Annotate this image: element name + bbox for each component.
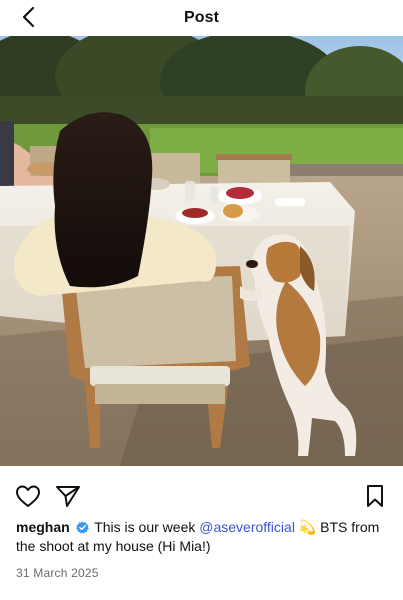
like-button[interactable] [14, 482, 42, 510]
caption-emoji: 💫 [298, 519, 317, 535]
verified-badge-icon [75, 521, 89, 534]
post-date: 31 March 2025 [16, 566, 99, 580]
save-button[interactable] [361, 482, 389, 510]
back-button[interactable] [16, 3, 44, 31]
post-actions [0, 482, 403, 514]
instagram-post-screen: Post meghan This is our week @aseveroffi… [0, 0, 403, 600]
post-photo[interactable] [0, 36, 403, 466]
caption-text-end: BTS from the shoot at my house (Hi Mia!) [16, 519, 380, 554]
post-photo-illustration [0, 36, 403, 466]
bookmark-icon [367, 485, 383, 507]
caption-text-start: This is our week [94, 519, 196, 535]
caption-mention-link[interactable]: @aseverofficial [199, 519, 295, 535]
post-caption: meghan This is our week @aseverofficial … [16, 518, 390, 556]
send-icon [56, 486, 80, 507]
share-button[interactable] [54, 482, 82, 510]
top-bar: Post [0, 0, 403, 36]
chevron-left-icon [22, 6, 35, 28]
heart-icon [16, 485, 40, 507]
caption-username[interactable]: meghan [16, 519, 70, 535]
page-title: Post [183, 9, 220, 26]
